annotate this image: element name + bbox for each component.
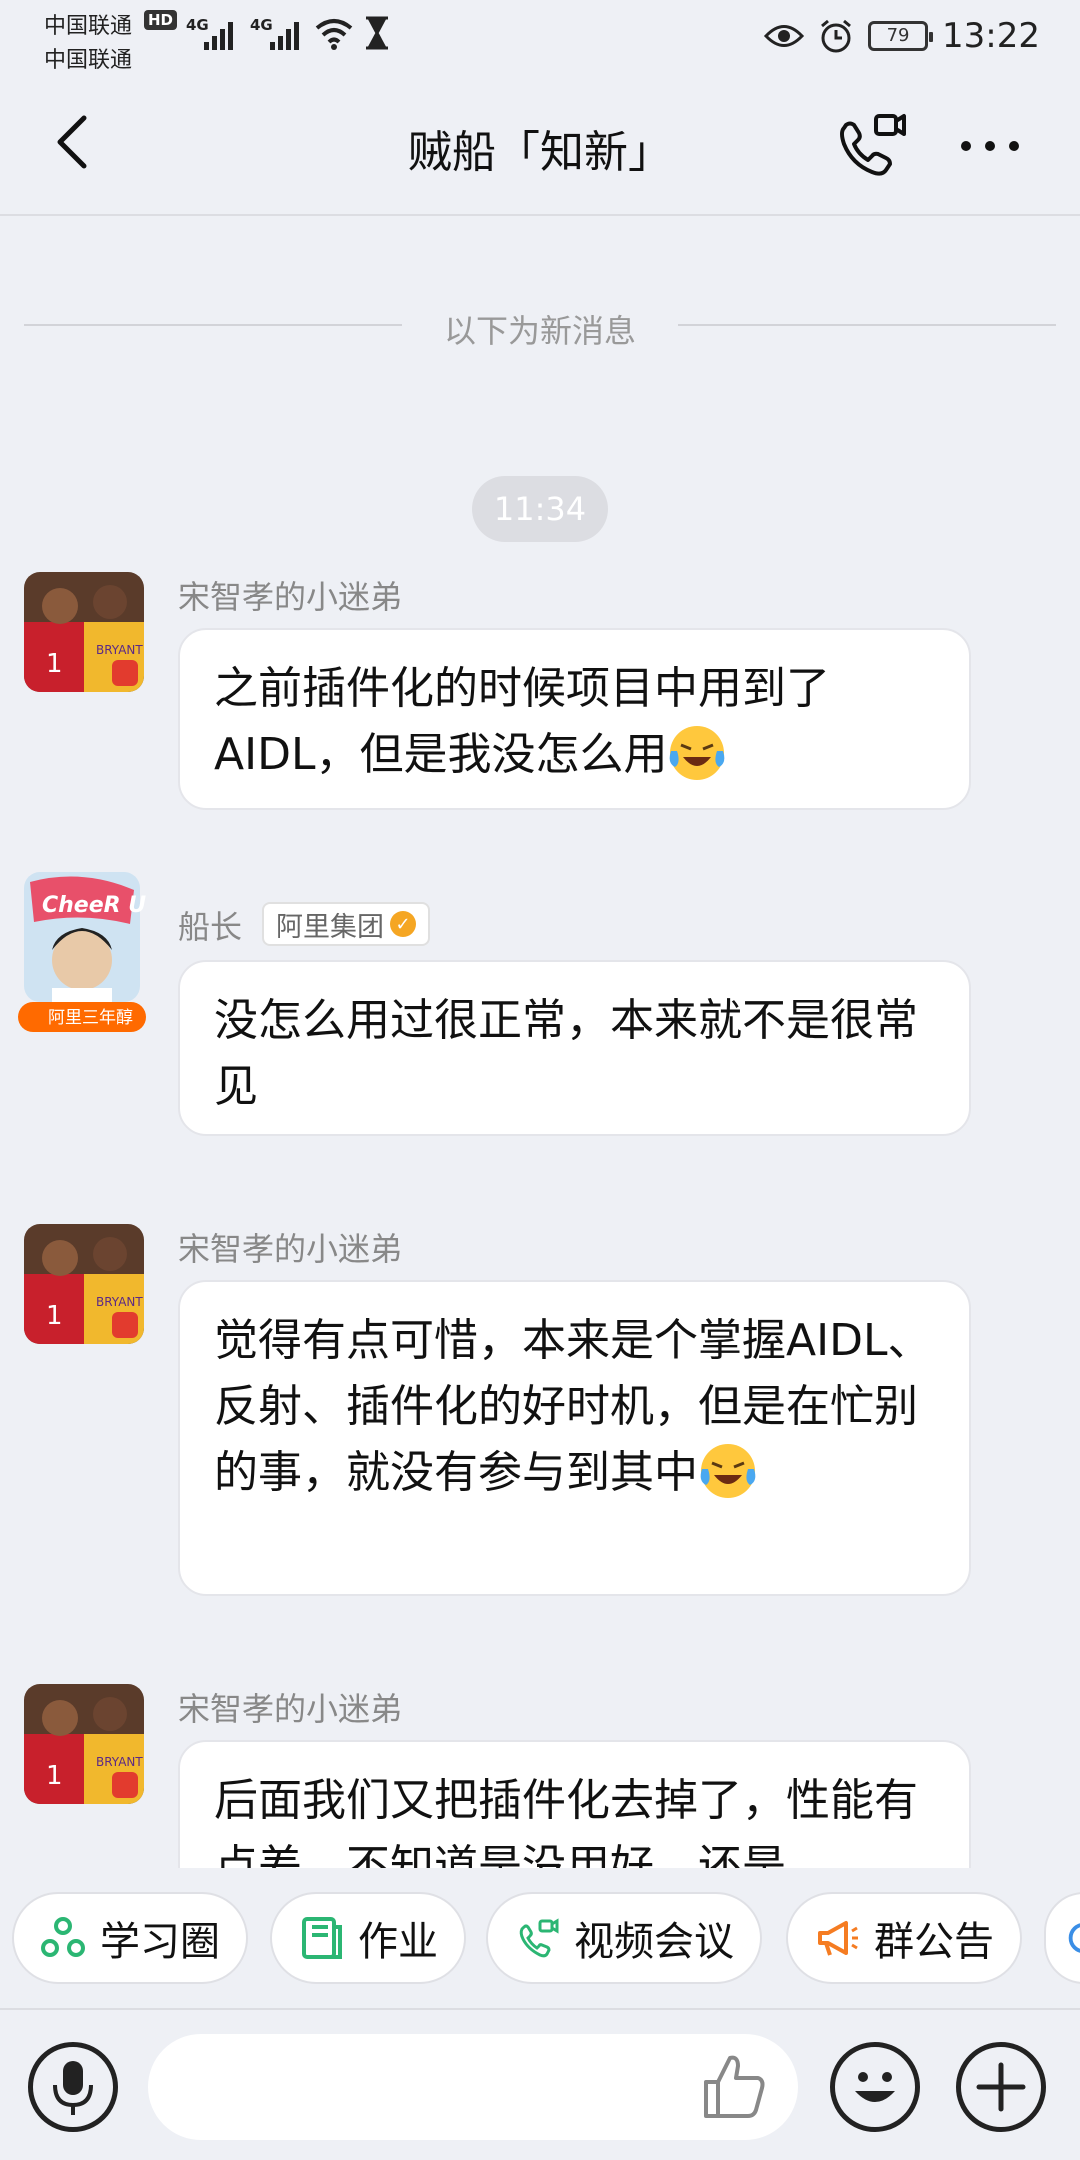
hd-badge: HD [144,10,178,30]
quick-action-bar: 学习圈 作业 视频会议 群公告 [0,1868,1080,2008]
carrier-label-2: 中国联通 [44,48,133,73]
alarm-icon [821,19,851,53]
megaphone-icon [818,1921,858,1956]
sender-name: 船长 [178,908,243,946]
carrier-label-1: 中国联通 [44,14,133,39]
timestamp-pill: 11:34 [472,476,608,542]
clock: 13:22 [942,16,1040,56]
plus-button[interactable] [956,2042,1046,2132]
more-icon[interactable] [950,116,1030,176]
homework-book-icon [302,1917,342,1959]
chip-label: 学习圈 [100,1919,220,1965]
sender-name: 宋智孝的小迷弟 [178,1230,403,1268]
chat-header: 贼船「知新」 [0,80,1080,216]
input-bar [0,2008,1080,2160]
svg-text:BRYANT: BRYANT [96,1755,143,1769]
message-bubble[interactable]: 之前插件化的时候项目中用到了AIDL，但是我没怎么用 [178,628,971,810]
crying-laughing-emoji [700,1444,756,1498]
status-right-group: 79 13:22 [764,14,1040,58]
signal-icon [202,16,236,50]
new-messages-label: 以下为新消息 [443,312,636,350]
partial-chip-icon [1068,1923,1080,1953]
emoji-face-icon [855,2072,895,2102]
crying-laughing-emoji [670,726,725,780]
group-announcement-button[interactable]: 群公告 [786,1892,1022,1984]
avatar-banner: 阿里三年醇 [48,1008,133,1028]
message-text: 觉得有点可惜，本来是个掌握AIDL、反射、插件化的好时机，但是在忙别的事，就没有… [214,1315,932,1498]
study-circle-icon [41,1917,85,1957]
more-quick-action-button[interactable] [1044,1892,1080,1984]
avatar[interactable]: 1 BRYANT [24,1684,144,1804]
message-text: 之前插件化的时候项目中用到了AIDL，但是我没怎么用 [214,663,830,780]
avatar[interactable]: 1 BRYANT [24,572,144,692]
sender-name: 宋智孝的小迷弟 [178,578,403,616]
chip-label: 视频会议 [574,1919,734,1965]
avatar[interactable]: 1 BRYANT [24,1224,144,1344]
video-meeting-icon [519,1918,559,1958]
message-text: 没怎么用过很正常，本来就不是很常见 [214,995,918,1112]
message-bubble[interactable]: 没怎么用过很正常，本来就不是很常见 [178,960,971,1136]
avatar-caption: CheeR UP! [42,893,146,918]
video-meeting-button[interactable]: 视频会议 [486,1892,762,1984]
video-call-icon[interactable] [830,106,910,186]
homework-button[interactable]: 作业 [270,1892,466,1984]
chip-label: 作业 [358,1919,438,1965]
battery-icon: 79 [868,21,934,51]
plus-icon [976,2062,1026,2112]
signal-icon [268,16,302,50]
thumbs-up-icon[interactable] [696,2048,772,2124]
message-bubble[interactable]: 觉得有点可惜，本来是个掌握AIDL、反射、插件化的好时机，但是在忙别的事，就没有… [178,1280,971,1596]
svg-text:BRYANT: BRYANT [96,1295,143,1309]
microphone-icon [53,2061,93,2115]
new-messages-divider: 以下为新消息 [24,300,1056,350]
org-badge: 阿里集团 ✓ [262,902,430,946]
svg-text:BRYANT: BRYANT [96,643,143,657]
svg-text:1: 1 [46,1301,63,1331]
avatar[interactable]: CheeR UP! 阿里三年醇 [18,872,172,1032]
voice-button[interactable] [28,2042,118,2132]
emoji-button[interactable] [830,2042,920,2132]
chat-title: 贼船「知新」 [408,127,672,178]
org-badge-label: 阿里集团 [276,911,384,943]
chip-label: 群公告 [874,1919,994,1965]
hourglass-icon [366,16,388,50]
status-bar: 中国联通 中国联通 HD 4G 4G 79 13:22 [0,0,1080,80]
svg-text:1: 1 [46,649,63,679]
wifi-icon [315,19,353,50]
battery-percent: 79 [886,25,910,46]
study-circle-button[interactable]: 学习圈 [12,1892,248,1984]
svg-text:1: 1 [46,1761,63,1791]
sender-name: 宋智孝的小迷弟 [178,1690,403,1728]
verified-check-icon: ✓ [390,911,416,937]
eye-icon [764,25,805,47]
